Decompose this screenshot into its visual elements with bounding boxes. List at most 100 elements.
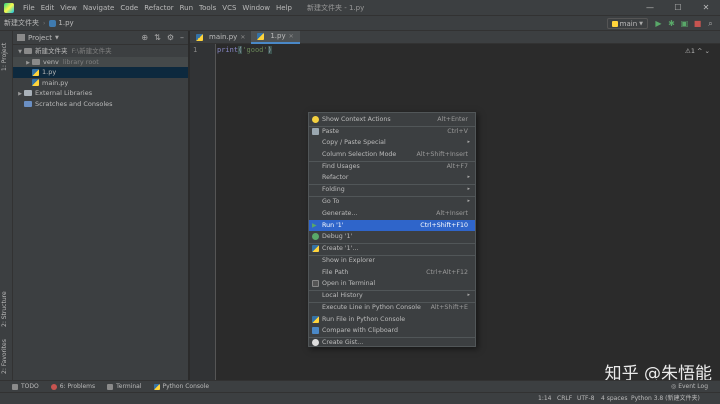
gear-icon[interactable]: ⚙ bbox=[167, 33, 174, 42]
coverage-icon[interactable]: ▣ bbox=[679, 18, 690, 29]
menu-file[interactable]: File bbox=[20, 4, 38, 12]
tab-label: TODO bbox=[21, 383, 39, 390]
search-icon[interactable]: ⌕ bbox=[705, 18, 716, 29]
menu-item-run-in-console[interactable]: Run File in Python Console bbox=[309, 314, 475, 326]
menu-item-label: Run '1' bbox=[322, 221, 344, 229]
python-file-icon bbox=[257, 33, 265, 40]
maximize-button[interactable]: ☐ bbox=[664, 0, 692, 16]
menu-item-shortcut: Alt+Insert bbox=[436, 209, 468, 217]
debug-icon bbox=[312, 233, 319, 240]
python-interpreter[interactable]: Python 3.8 (新建文件夹) bbox=[631, 393, 700, 404]
run-configuration-select[interactable]: main ▼ bbox=[606, 18, 648, 29]
tree-item-label: 1.py bbox=[42, 68, 57, 76]
menu-item-paste[interactable]: Paste Ctrl+V bbox=[309, 126, 475, 138]
python-file-icon bbox=[32, 68, 39, 76]
run-icon: ▶ bbox=[312, 221, 317, 229]
tab-todo[interactable]: TODO bbox=[12, 383, 39, 390]
tree-item-external-libraries[interactable]: ▶ External Libraries bbox=[13, 88, 188, 99]
menu-item-label: File Path bbox=[322, 268, 349, 276]
menu-view[interactable]: View bbox=[57, 4, 80, 12]
submenu-arrow-icon: ▸ bbox=[467, 292, 470, 298]
menu-item-shortcut: Ctrl+Alt+F12 bbox=[426, 268, 468, 276]
menu-item-folding[interactable]: Folding ▸ bbox=[309, 184, 475, 196]
menu-item-generate[interactable]: Generate... Alt+Insert bbox=[309, 208, 475, 220]
locate-icon[interactable]: ⊕ bbox=[141, 33, 148, 42]
menu-help[interactable]: Help bbox=[273, 4, 295, 12]
menu-item-label: Compare with Clipboard bbox=[322, 327, 399, 334]
tab-label: main.py bbox=[209, 33, 238, 41]
file-encoding[interactable]: UTF-8 bbox=[577, 393, 595, 404]
collapse-all-icon[interactable]: ⇅ bbox=[154, 33, 161, 42]
tab-terminal[interactable]: Terminal bbox=[107, 383, 142, 390]
tool-window-project[interactable]: 1: Project bbox=[1, 35, 12, 79]
code-line[interactable]: print('good') bbox=[217, 46, 272, 54]
tree-item-project-root[interactable]: ▼ 新建文件夹 F:\新建文件夹 bbox=[13, 46, 188, 57]
indent-setting[interactable]: 4 spaces bbox=[601, 393, 627, 404]
close-tab-icon[interactable]: ✕ bbox=[240, 31, 245, 44]
menu-item-create-gist[interactable]: Create Gist... bbox=[309, 337, 475, 349]
tree-item-label: External Libraries bbox=[35, 89, 93, 97]
menu-run[interactable]: Run bbox=[177, 4, 196, 12]
menu-item-run[interactable]: ▶ Run '1' Ctrl+Shift+F10 bbox=[309, 219, 475, 231]
lightbulb-icon bbox=[312, 116, 319, 123]
event-log-button[interactable]: ◎ Event Log bbox=[671, 383, 708, 390]
minimize-button[interactable]: — bbox=[636, 0, 664, 16]
project-view-select[interactable]: Project bbox=[28, 34, 52, 42]
menu-vcs[interactable]: VCS bbox=[219, 4, 239, 12]
tab-python-console[interactable]: Python Console bbox=[153, 383, 210, 390]
stop-icon[interactable]: ■ bbox=[692, 18, 703, 29]
inspection-widget[interactable]: ⚠1 ^ ⌄ bbox=[685, 47, 710, 55]
tab-label: Python Console bbox=[162, 383, 210, 390]
menu-item-label: Copy / Paste Special bbox=[322, 139, 386, 146]
menu-item-find-usages[interactable]: Find Usages Alt+F7 bbox=[309, 161, 475, 173]
menu-item-column-selection[interactable]: Column Selection Mode Alt+Shift+Insert bbox=[309, 149, 475, 161]
tool-window-structure[interactable]: 2: Structure bbox=[1, 285, 12, 333]
menu-refactor[interactable]: Refactor bbox=[141, 4, 176, 12]
menu-item-label: Generate... bbox=[322, 209, 358, 217]
line-separator[interactable]: CRLF bbox=[557, 393, 572, 404]
tab-1-py[interactable]: 1.py ✕ bbox=[251, 30, 300, 44]
navigation-bar: 新建文件夹 › 1.py main ▼ ▶ ✱ ▣ ■ ⌕ bbox=[0, 16, 720, 31]
menu-item-debug[interactable]: Debug '1' bbox=[309, 231, 475, 243]
tab-problems[interactable]: 6: Problems bbox=[50, 383, 95, 390]
menu-item-label: Debug '1' bbox=[322, 233, 353, 240]
menu-item-execute-line[interactable]: Execute Line in Python Console Alt+Shift+… bbox=[309, 302, 475, 314]
menu-item-compare-clipboard[interactable]: Compare with Clipboard bbox=[309, 325, 475, 337]
terminal-icon bbox=[107, 383, 114, 390]
tree-item-venv[interactable]: ▶ venv library root bbox=[13, 56, 188, 67]
menu-item-go-to[interactable]: Go To ▸ bbox=[309, 196, 475, 208]
menu-tools[interactable]: Tools bbox=[196, 4, 219, 12]
tab-main-py[interactable]: main.py ✕ bbox=[190, 31, 251, 44]
close-button[interactable]: ✕ bbox=[692, 0, 720, 16]
menu-item-local-history[interactable]: Local History ▸ bbox=[309, 290, 475, 302]
menu-window[interactable]: Window bbox=[239, 4, 273, 12]
menu-item-open-in-terminal[interactable]: Open in Terminal bbox=[309, 278, 475, 290]
menu-code[interactable]: Code bbox=[117, 4, 141, 12]
menu-item-show-context-actions[interactable]: Show Context Actions Alt+Enter bbox=[309, 114, 475, 126]
menu-item-shortcut: Ctrl+V bbox=[447, 128, 468, 135]
menu-item-shortcut: Ctrl+Shift+F10 bbox=[420, 221, 468, 229]
tree-item-1py[interactable]: 1.py bbox=[13, 67, 188, 78]
debug-icon[interactable]: ✱ bbox=[666, 18, 677, 29]
menu-item-refactor[interactable]: Refactor ▸ bbox=[309, 172, 475, 184]
todo-icon bbox=[12, 383, 18, 390]
run-icon[interactable]: ▶ bbox=[653, 18, 664, 29]
menu-item-copy-paste-special[interactable]: Copy / Paste Special ▸ bbox=[309, 137, 475, 149]
breadcrumb-file[interactable]: 1.py bbox=[45, 19, 77, 27]
tree-item-scratches[interactable]: Scratches and Consoles bbox=[13, 99, 188, 110]
caret-position[interactable]: 1:14 bbox=[538, 393, 551, 404]
breadcrumb-folder[interactable]: 新建文件夹 bbox=[0, 18, 43, 28]
close-tab-icon[interactable]: ✕ bbox=[289, 30, 294, 43]
menu-item-show-in-explorer[interactable]: Show in Explorer bbox=[309, 255, 475, 267]
menu-item-create-config[interactable]: Create '1'... bbox=[309, 243, 475, 255]
tree-item-mainpy[interactable]: main.py bbox=[13, 78, 188, 89]
menu-edit[interactable]: Edit bbox=[38, 4, 58, 12]
tree-item-label: main.py bbox=[42, 78, 69, 87]
menu-navigate[interactable]: Navigate bbox=[80, 4, 117, 12]
project-panel-header: Project ▼ ⊕ ⇅ ⚙ – bbox=[13, 31, 188, 45]
tab-label: 1.py bbox=[270, 32, 286, 40]
menu-item-label: Paste bbox=[322, 128, 339, 135]
hide-icon[interactable]: – bbox=[180, 33, 184, 42]
menu-item-file-path[interactable]: File Path Ctrl+Alt+F12 bbox=[309, 267, 475, 279]
tool-window-favorites[interactable]: 2: Favorites bbox=[1, 336, 12, 378]
